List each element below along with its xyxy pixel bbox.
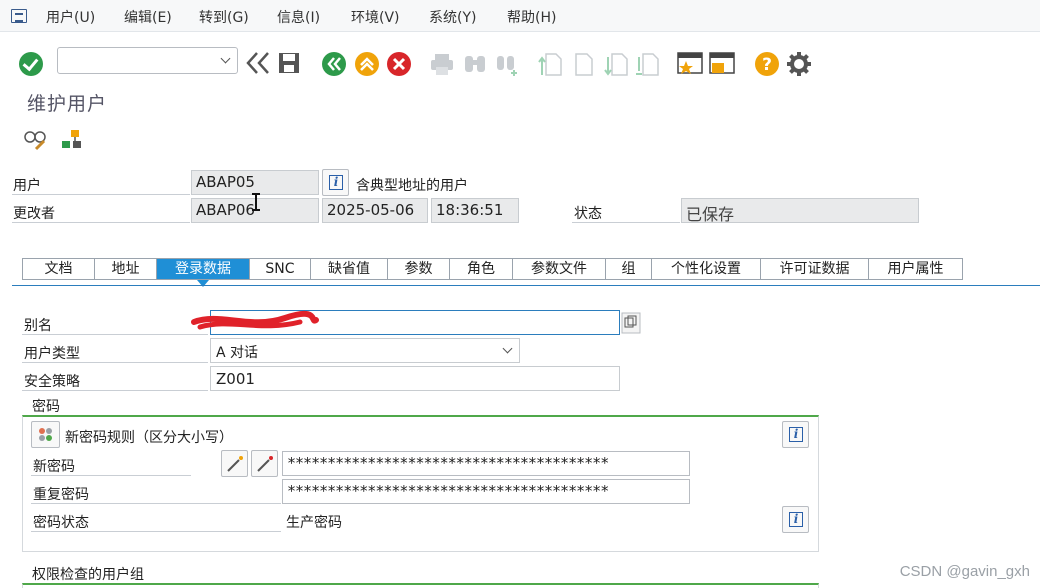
tab-profiles[interactable]: 参数文件: [513, 259, 606, 279]
gear-icon[interactable]: [786, 51, 812, 77]
svg-text:?: ?: [762, 55, 772, 75]
user-type-value: A 对话: [216, 345, 259, 361]
clear-password-button[interactable]: [251, 450, 278, 477]
tab-divider: [12, 285, 1040, 286]
label-underline: [572, 222, 680, 223]
last-page-icon: [636, 53, 659, 76]
info-icon: i: [789, 427, 803, 442]
redaction-scribble: [191, 310, 319, 330]
collapse-icon[interactable]: [244, 50, 274, 76]
menu-help[interactable]: 帮助(H): [507, 7, 556, 27]
watermark: CSDN @gavin_gxh: [899, 563, 1030, 580]
shortcut-icon[interactable]: [708, 50, 736, 76]
help-icon[interactable]: ?: [754, 51, 780, 77]
menu-environment[interactable]: 环境(V): [351, 7, 400, 27]
repeat-password-label: 重复密码: [33, 487, 89, 503]
tab-address[interactable]: 地址: [95, 259, 157, 279]
user-label: 用户: [13, 178, 41, 194]
info-icon: i: [789, 512, 803, 527]
new-password-input[interactable]: ****************************************: [282, 451, 690, 476]
copy-icon[interactable]: [621, 312, 641, 334]
repeat-password-input[interactable]: ****************************************: [282, 479, 690, 504]
page-title: 维护用户: [27, 93, 108, 115]
save-icon[interactable]: [277, 51, 301, 75]
password-group-title: 密码: [32, 399, 60, 415]
display-change-icon[interactable]: [22, 127, 48, 151]
label-underline: [22, 390, 208, 391]
changed-by-label: 更改者: [13, 206, 55, 222]
user-type-select[interactable]: A 对话: [210, 338, 520, 363]
label-underline: [22, 362, 208, 363]
find-icon: [465, 56, 485, 72]
print-icon: [431, 54, 453, 75]
label-underline: [31, 531, 281, 532]
password-status-value: 生产密码: [286, 515, 342, 531]
cancel-icon[interactable]: [386, 51, 412, 77]
tab-defaults[interactable]: 缺省值: [311, 259, 388, 279]
tab-parameters[interactable]: 参数: [388, 259, 450, 279]
generate-password-button[interactable]: [221, 450, 248, 477]
tab-groups[interactable]: 组: [606, 259, 652, 279]
menu-goto[interactable]: 转到(G): [199, 7, 249, 27]
text-cursor-icon: [252, 193, 260, 211]
command-field[interactable]: [57, 47, 238, 74]
tab-documentation[interactable]: 文档: [23, 259, 95, 279]
menu-info[interactable]: 信息(I): [277, 7, 320, 27]
password-status-label: 密码状态: [33, 515, 89, 531]
password-info-button[interactable]: i: [782, 421, 809, 448]
status-field: 已保存: [681, 198, 919, 223]
tab-user-attributes[interactable]: 用户属性: [869, 259, 962, 279]
info-icon: i: [329, 175, 343, 190]
previous-page-icon: [575, 53, 593, 76]
tab-logon-data[interactable]: 登录数据: [157, 259, 250, 287]
rules-icon: [39, 428, 52, 441]
next-page-icon: [604, 53, 628, 76]
exit-icon[interactable]: [354, 51, 380, 77]
back-icon[interactable]: [321, 51, 347, 77]
new-password-label: 新密码: [33, 459, 75, 475]
security-policy-input[interactable]: Z001: [210, 366, 620, 391]
chevron-down-icon[interactable]: [502, 343, 513, 354]
label-underline: [31, 475, 191, 476]
password-rules-label: 新密码规则（区分大小写）: [65, 430, 233, 446]
status-label: 状态: [574, 206, 602, 222]
changed-date-field: 2025-05-06: [322, 198, 428, 223]
magic-wand-icon: [227, 456, 243, 472]
password-status-info-button[interactable]: i: [782, 506, 809, 533]
menu-system[interactable]: 系统(Y): [429, 7, 476, 27]
user-description: 含典型地址的用户: [356, 178, 468, 194]
chevron-down-icon[interactable]: [220, 53, 231, 64]
menu-user[interactable]: 用户(U): [46, 7, 95, 27]
changed-time-field: 18:36:51: [431, 198, 519, 223]
user-type-label: 用户类型: [24, 346, 80, 362]
label-underline: [22, 334, 208, 335]
magic-wand-red-icon: [257, 456, 273, 472]
alias-label: 别名: [24, 318, 52, 334]
tab-license-data[interactable]: 许可证数据: [761, 259, 869, 279]
label-underline: [31, 503, 281, 504]
enter-icon[interactable]: [19, 52, 43, 76]
label-underline: [12, 222, 190, 223]
menu-bar: 用户(U) 编辑(E) 转到(G) 信息(I) 环境(V) 系统(Y) 帮助(H…: [0, 0, 1040, 32]
auth-group-title: 权限检查的用户组: [32, 567, 144, 583]
label-underline: [12, 194, 190, 195]
first-page-icon: [538, 53, 562, 76]
password-rules-button[interactable]: [31, 421, 60, 448]
tab-snc[interactable]: SNC: [250, 259, 311, 279]
menu-edit[interactable]: 编辑(E): [124, 7, 172, 27]
hierarchy-icon[interactable]: [59, 127, 85, 151]
tab-strip: 文档 地址 登录数据 SNC 缺省值 参数 角色 参数文件 组 个性化设置 许可…: [22, 258, 963, 287]
user-info-button[interactable]: i: [322, 169, 349, 196]
security-policy-label: 安全策略: [24, 374, 80, 390]
tab-roles[interactable]: 角色: [450, 259, 513, 279]
new-session-icon[interactable]: [676, 50, 704, 76]
tab-personalization[interactable]: 个性化设置: [652, 259, 761, 279]
menu-icon[interactable]: [11, 9, 27, 23]
auth-group: [22, 583, 819, 588]
find-next-icon: [497, 56, 517, 76]
